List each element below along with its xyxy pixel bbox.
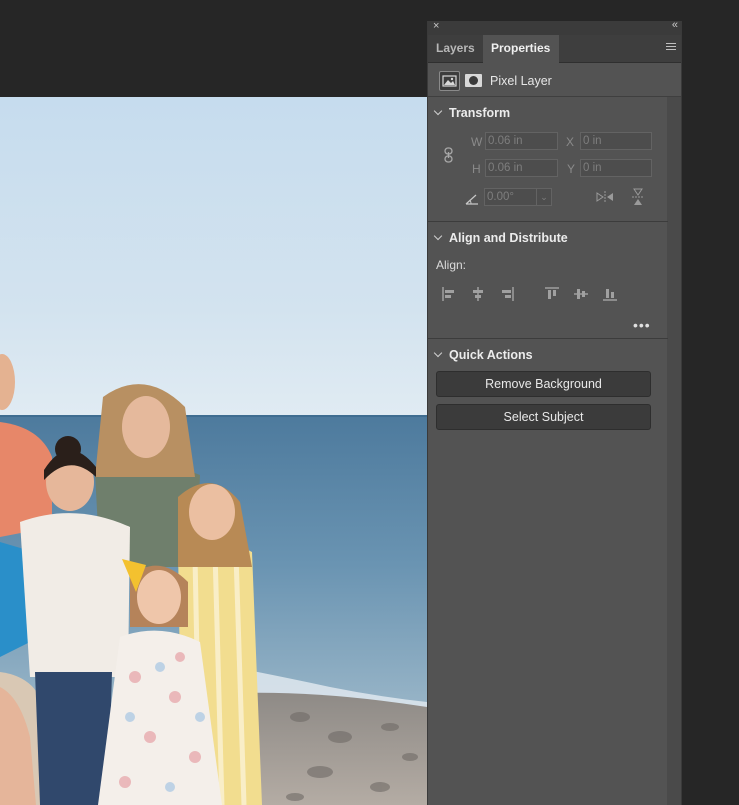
chevron-down-icon xyxy=(433,348,443,358)
x-label: X xyxy=(566,135,575,149)
x-position-field[interactable] xyxy=(580,132,652,150)
flip-vertical-icon[interactable] xyxy=(632,188,644,206)
angle-icon xyxy=(465,194,478,205)
align-right-edges-icon[interactable] xyxy=(500,287,514,301)
close-panel-icon[interactable]: × xyxy=(433,20,439,32)
transform-section-header[interactable]: Transform xyxy=(433,106,511,120)
align-left-edges-icon[interactable] xyxy=(442,287,456,301)
pixel-layer-icon[interactable] xyxy=(439,71,460,91)
width-field[interactable] xyxy=(485,132,558,150)
tab-properties[interactable]: Properties xyxy=(483,35,559,64)
flip-horizontal-icon[interactable] xyxy=(596,191,614,203)
more-options-icon[interactable]: ••• xyxy=(633,317,651,333)
remove-background-button[interactable]: Remove Background xyxy=(436,371,651,397)
align-title: Align and Distribute xyxy=(449,231,568,245)
section-divider xyxy=(428,338,668,339)
document-canvas[interactable] xyxy=(0,97,427,805)
quick-actions-title: Quick Actions xyxy=(449,348,533,362)
chevron-down-icon xyxy=(433,106,443,116)
section-divider xyxy=(428,221,668,222)
quick-actions-section-header[interactable]: Quick Actions xyxy=(433,348,533,362)
align-bottom-edges-icon[interactable] xyxy=(603,287,617,301)
width-label: W xyxy=(471,135,483,149)
chevron-down-icon xyxy=(433,231,443,241)
layer-mask-icon[interactable] xyxy=(465,74,482,87)
tab-layers[interactable]: Layers xyxy=(428,35,483,63)
rotation-angle-field[interactable] xyxy=(484,188,537,206)
y-label: Y xyxy=(567,162,576,176)
height-label: H xyxy=(472,162,481,176)
align-top-edges-icon[interactable] xyxy=(545,287,559,301)
family-beach-photo xyxy=(0,354,427,805)
panel-scrollbar[interactable] xyxy=(667,97,681,805)
panel-title-bar: × « xyxy=(428,19,681,35)
hamburger-menu-icon[interactable] xyxy=(666,43,676,52)
angle-dropdown-chevron-icon[interactable]: ⌄ xyxy=(536,188,552,206)
collapse-panel-icon[interactable]: « xyxy=(672,19,678,31)
layer-kind-row: Pixel Layer xyxy=(428,63,681,97)
align-section-header[interactable]: Align and Distribute xyxy=(433,231,568,245)
height-field[interactable] xyxy=(485,159,558,177)
select-subject-button[interactable]: Select Subject xyxy=(436,404,651,430)
align-label: Align: xyxy=(436,258,467,272)
link-proportions-icon[interactable] xyxy=(444,147,453,163)
properties-panel: × « Layers Properties Pixel Layer Transf… xyxy=(427,19,682,805)
layer-kind-label: Pixel Layer xyxy=(490,74,552,88)
y-position-field[interactable] xyxy=(580,159,652,177)
transform-title: Transform xyxy=(449,106,511,120)
panel-tab-bar: Layers Properties xyxy=(428,35,681,64)
align-horizontal-centers-icon[interactable] xyxy=(471,287,485,301)
align-vertical-centers-icon[interactable] xyxy=(574,287,588,301)
